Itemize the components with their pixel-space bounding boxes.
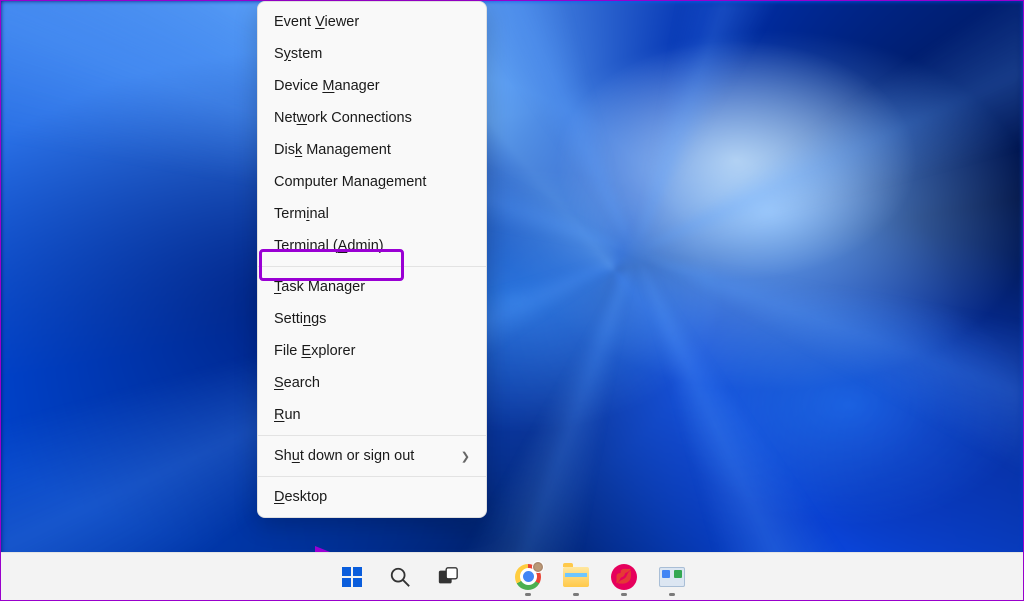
wallpaper-layer <box>1 1 1023 600</box>
menu-item-label: Run <box>274 407 301 423</box>
menu-item-terminal-admin[interactable]: Terminal (Admin) <box>258 230 486 262</box>
search-button[interactable] <box>380 557 420 597</box>
file-explorer-taskbar-button[interactable] <box>556 557 596 597</box>
menu-item-label: Search <box>274 375 320 391</box>
menu-divider <box>258 266 486 267</box>
menu-item-label: Device Manager <box>274 78 380 94</box>
menu-item-system[interactable]: System <box>258 38 486 70</box>
menu-item-label: Computer Management <box>274 174 426 190</box>
control-panel-icon <box>659 567 685 587</box>
chrome-icon <box>515 564 541 590</box>
menu-item-label: Disk Management <box>274 142 391 158</box>
start-button[interactable] <box>332 557 372 597</box>
menu-item-disk-management[interactable]: Disk Management <box>258 134 486 166</box>
menu-item-terminal[interactable]: Terminal <box>258 198 486 230</box>
running-indicator <box>525 593 531 596</box>
running-indicator <box>621 593 627 596</box>
chevron-right-icon: ❯ <box>461 450 470 463</box>
menu-divider <box>258 435 486 436</box>
menu-item-event-viewer[interactable]: Event Viewer <box>258 6 486 38</box>
task-view-icon <box>437 566 459 588</box>
menu-item-label: Network Connections <box>274 110 412 126</box>
running-indicator <box>573 593 579 596</box>
task-view-button[interactable] <box>428 557 468 597</box>
running-indicator <box>669 593 675 596</box>
folder-icon <box>563 567 589 587</box>
menu-item-label: Terminal <box>274 206 329 222</box>
menu-item-label: System <box>274 46 322 62</box>
menu-item-device-manager[interactable]: Device Manager <box>258 70 486 102</box>
menu-item-label: Terminal (Admin) <box>274 238 384 254</box>
menu-item-desktop[interactable]: Desktop <box>258 481 486 513</box>
menu-item-file-explorer[interactable]: File Explorer <box>258 335 486 367</box>
search-icon <box>389 566 411 588</box>
menu-item-label: Settings <box>274 311 326 327</box>
menu-item-label: Desktop <box>274 489 327 505</box>
taskbar: 💋 <box>1 552 1023 600</box>
windows-logo-icon <box>340 565 364 589</box>
menu-item-computer-management[interactable]: Computer Management <box>258 166 486 198</box>
kiss-app-taskbar-button[interactable]: 💋 <box>604 557 644 597</box>
desktop-wallpaper <box>1 1 1023 600</box>
menu-divider <box>258 476 486 477</box>
kiss-icon: 💋 <box>611 564 637 590</box>
menu-item-run[interactable]: Run <box>258 399 486 431</box>
menu-item-label: Shut down or sign out <box>274 448 414 464</box>
menu-item-label: Task Manager <box>274 279 365 295</box>
menu-item-label: File Explorer <box>274 343 355 359</box>
control-panel-taskbar-button[interactable] <box>652 557 692 597</box>
winx-context-menu: Event Viewer System Device Manager Network … <box>257 1 487 518</box>
menu-item-task-manager[interactable]: Task Manager <box>258 271 486 303</box>
profile-badge-icon <box>532 561 544 573</box>
menu-item-shut-down-or-sign-out[interactable]: Shut down or sign out ❯ <box>258 440 486 472</box>
taskbar-center-group: 💋 <box>332 557 692 597</box>
menu-item-network-connections[interactable]: Network Connections <box>258 102 486 134</box>
menu-item-search[interactable]: Search <box>258 367 486 399</box>
chrome-taskbar-button[interactable] <box>508 557 548 597</box>
menu-item-label: Event Viewer <box>274 14 359 30</box>
menu-item-settings[interactable]: Settings <box>258 303 486 335</box>
